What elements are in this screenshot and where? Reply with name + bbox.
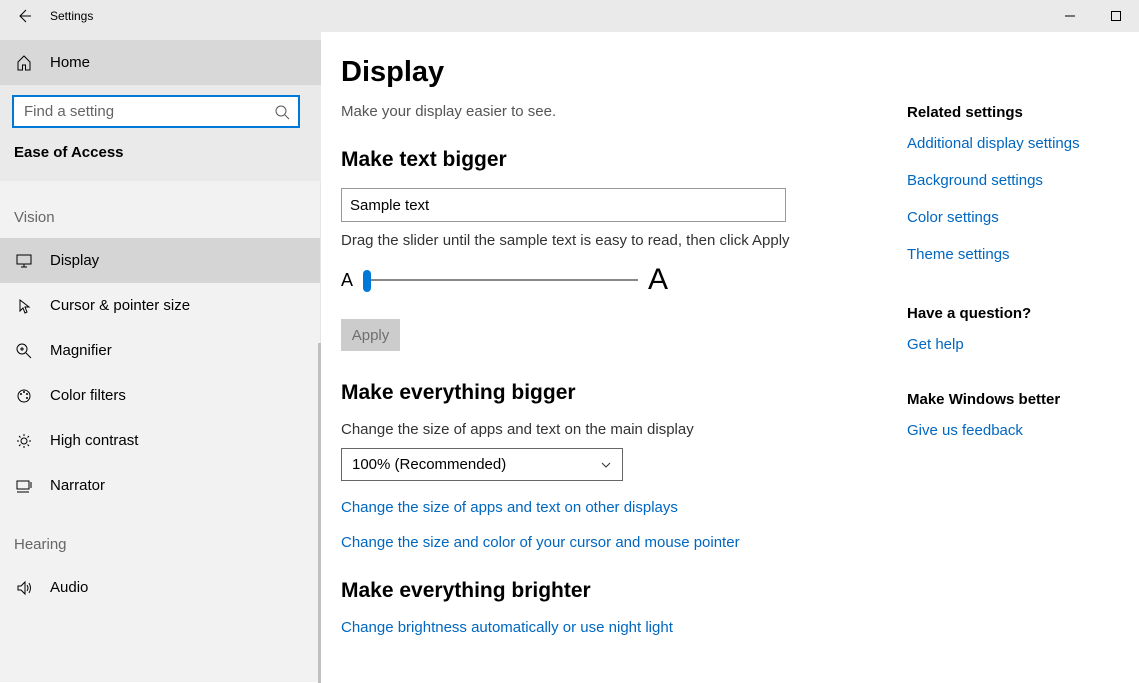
section-make-text-bigger: Make text bigger	[341, 148, 911, 172]
magnifier-icon	[16, 343, 32, 359]
related-settings-heading: Related settings	[907, 104, 1107, 121]
page-title: Display	[341, 56, 911, 89]
section-title: Ease of Access	[0, 138, 321, 161]
question-heading: Have a question?	[907, 305, 1107, 322]
main-content: Display Make your display easier to see.…	[341, 56, 911, 682]
minimize-button[interactable]	[1047, 0, 1093, 32]
sidebar-item-label: Color filters	[50, 387, 126, 404]
back-button[interactable]	[16, 8, 32, 24]
sidebar-item-audio[interactable]: Audio	[0, 565, 320, 610]
section-make-brighter: Make everything brighter	[341, 579, 911, 603]
narrator-icon	[16, 478, 32, 494]
group-vision-label: Vision	[0, 199, 320, 238]
scale-dropdown[interactable]: 100% (Recommended)	[341, 448, 623, 481]
search-input[interactable]	[12, 95, 300, 128]
text-size-slider[interactable]	[363, 268, 638, 292]
section-make-everything-bigger: Make everything bigger	[341, 381, 911, 405]
sidebar-item-high-contrast[interactable]: High contrast	[0, 418, 320, 463]
link-color-settings[interactable]: Color settings	[907, 209, 1107, 226]
scale-hint: Change the size of apps and text on the …	[341, 421, 911, 438]
link-cursor-size-color[interactable]: Change the size and color of your cursor…	[341, 534, 911, 551]
home-icon	[16, 55, 32, 71]
sidebar-item-cursor[interactable]: Cursor & pointer size	[0, 283, 320, 328]
group-hearing-label: Hearing	[0, 526, 320, 565]
slider-thumb[interactable]	[363, 270, 371, 292]
search-icon	[274, 104, 290, 120]
sidebar-item-label: High contrast	[50, 432, 138, 449]
better-heading: Make Windows better	[907, 391, 1107, 408]
link-get-help[interactable]: Get help	[907, 336, 1107, 353]
sidebar-item-label: Cursor & pointer size	[50, 297, 190, 314]
big-a-icon: A	[648, 263, 668, 297]
apply-button[interactable]: Apply	[341, 319, 400, 351]
link-theme-settings[interactable]: Theme settings	[907, 246, 1107, 263]
search-field[interactable]	[24, 103, 274, 120]
audio-icon	[16, 580, 32, 596]
sidebar-item-display[interactable]: Display	[0, 238, 320, 283]
link-feedback[interactable]: Give us feedback	[907, 422, 1107, 439]
link-background-settings[interactable]: Background settings	[907, 172, 1107, 189]
sidebar: Home Ease of Access Vision Display	[0, 32, 321, 682]
page-subtitle: Make your display easier to see.	[341, 103, 911, 120]
sidebar-item-label: Magnifier	[50, 342, 112, 359]
sidebar-item-label: Audio	[50, 579, 88, 596]
chevron-down-icon	[600, 459, 612, 471]
text-size-hint: Drag the slider until the sample text is…	[341, 232, 911, 249]
link-additional-display[interactable]: Additional display settings	[907, 135, 1107, 152]
sample-text-box: Sample text	[341, 188, 786, 222]
home-label: Home	[50, 54, 90, 71]
titlebar: Settings	[0, 0, 1139, 32]
sidebar-item-label: Narrator	[50, 477, 105, 494]
maximize-button[interactable]	[1093, 0, 1139, 32]
link-other-displays[interactable]: Change the size of apps and text on othe…	[341, 499, 911, 516]
dropdown-value: 100% (Recommended)	[352, 456, 506, 473]
sidebar-item-label: Display	[50, 252, 99, 269]
home-nav[interactable]: Home	[0, 40, 321, 85]
monitor-icon	[16, 253, 32, 269]
slider-track	[363, 279, 638, 281]
sample-text: Sample text	[350, 197, 429, 214]
cursor-icon	[16, 298, 32, 314]
sidebar-item-magnifier[interactable]: Magnifier	[0, 328, 320, 373]
sidebar-item-color-filters[interactable]: Color filters	[0, 373, 320, 418]
small-a-icon: A	[341, 270, 353, 291]
aside-panel: Related settings Additional display sett…	[907, 104, 1107, 481]
app-title: Settings	[50, 9, 93, 23]
sidebar-item-narrator[interactable]: Narrator	[0, 463, 320, 508]
link-night-light[interactable]: Change brightness automatically or use n…	[341, 619, 911, 636]
contrast-icon	[16, 433, 32, 449]
palette-icon	[16, 388, 32, 404]
